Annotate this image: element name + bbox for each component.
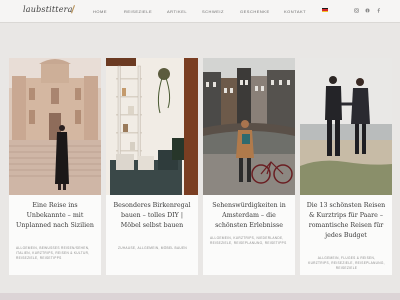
- pinterest-icon[interactable]: [365, 8, 370, 13]
- article-tags-3[interactable]: ALLGEMEIN, KURZTRIPS, NIEDERLANDE, REISE…: [210, 236, 289, 246]
- instagram-icon[interactable]: [354, 8, 359, 13]
- article-card-4[interactable]: Die 13 schönsten Reisen & Kurztrips für …: [300, 58, 392, 275]
- article-image-1[interactable]: [9, 58, 101, 195]
- article-title-3[interactable]: Sehenswürdigkeiten in Amsterdam – die sc…: [209, 201, 289, 231]
- article-title-2[interactable]: Besonderes Birkenregal bauen – tolles DI…: [112, 201, 192, 231]
- article-card-1[interactable]: Eine Reise ins Unbekannte – mit Unplanne…: [9, 58, 101, 275]
- nav-geschenke[interactable]: GESCHENKE: [240, 9, 270, 14]
- nav-kontakt[interactable]: KONTAKT: [284, 9, 306, 14]
- article-card-2[interactable]: Besonderes Birkenregal bauen – tolles DI…: [106, 58, 198, 275]
- footer-strip: [0, 293, 400, 300]
- article-image-2[interactable]: [106, 58, 198, 195]
- article-card-3[interactable]: Sehenswürdigkeiten in Amsterdam – die sc…: [203, 58, 295, 275]
- article-title-4[interactable]: Die 13 schönsten Reisen & Kurztrips für …: [306, 201, 386, 241]
- article-title-1[interactable]: Eine Reise ins Unbekannte – mit Unplanne…: [15, 201, 95, 231]
- nav-artikel[interactable]: ARTIKEL: [167, 9, 187, 14]
- nav-home[interactable]: HOME: [93, 9, 107, 14]
- de-flag-icon[interactable]: [322, 8, 328, 12]
- site-header: laubstittera HOME REISEZIELE ARTIKEL SCH…: [0, 0, 400, 23]
- pencil-icon: [71, 5, 75, 14]
- nav-schweiz[interactable]: SCHWEIZ: [202, 9, 224, 14]
- nav-reiseziele[interactable]: REISEZIELE: [124, 9, 152, 14]
- article-tags-1[interactable]: ALLGEMEIN, BEWUSSES REISEN/SEHEN, ITALIE…: [16, 246, 95, 260]
- article-tags-4[interactable]: ALLGEMEIN, FLUGES & REISEN, KURZTRIPS, R…: [307, 256, 386, 270]
- article-image-4[interactable]: [300, 58, 392, 195]
- facebook-icon[interactable]: [376, 8, 381, 13]
- article-image-3[interactable]: [203, 58, 295, 195]
- article-tags-2[interactable]: ZUHAUSE, ALLGEMEIN, MÖBEL BAUEN: [113, 246, 192, 251]
- site-logo[interactable]: laubstittera: [23, 5, 73, 14]
